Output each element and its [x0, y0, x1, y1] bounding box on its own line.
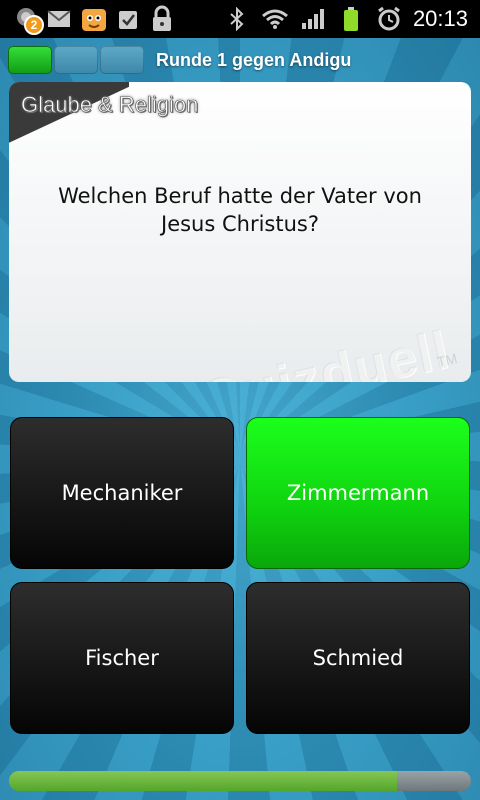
status-bar: 2 20:13 [0, 0, 480, 38]
email-icon [46, 5, 74, 33]
notification-badge: 2 [24, 15, 44, 35]
trademark-mark: TM [435, 350, 459, 370]
question-text: Welchen Beruf hatte der Vater von Jesus … [58, 184, 422, 236]
round-progress-segment [54, 46, 98, 74]
answer-button-4[interactable]: Schmied [246, 582, 470, 734]
alarm-icon [375, 5, 403, 33]
timer-bar-fill [9, 771, 398, 791]
bluetooth-icon [223, 5, 251, 33]
notification-icon[interactable]: 2 [12, 5, 44, 35]
round-title: Runde 1 gegen Andigu [156, 49, 352, 70]
timer-bar [9, 771, 471, 791]
quizduell-watermark: Quizduell [195, 319, 455, 382]
answer-button-3[interactable]: Fischer [10, 582, 234, 734]
question-card: Glaube & Religion Welchen Beruf hatte de… [9, 82, 471, 382]
round-progress-segment [8, 46, 52, 74]
clock: 20:13 [412, 6, 468, 31]
battery-icon [337, 5, 365, 33]
wifi-icon [261, 5, 289, 33]
lock-icon [148, 5, 176, 33]
signal-icon [299, 5, 327, 33]
task-icon [114, 5, 142, 33]
answer-button-1[interactable]: Mechaniker [10, 417, 234, 569]
round-progress-segment [100, 46, 144, 74]
category-label: Glaube & Religion [21, 92, 199, 118]
app-icon [80, 5, 108, 33]
answer-button-2[interactable]: Zimmermann [246, 417, 470, 569]
round-header: Runde 1 gegen Andigu [8, 44, 472, 76]
